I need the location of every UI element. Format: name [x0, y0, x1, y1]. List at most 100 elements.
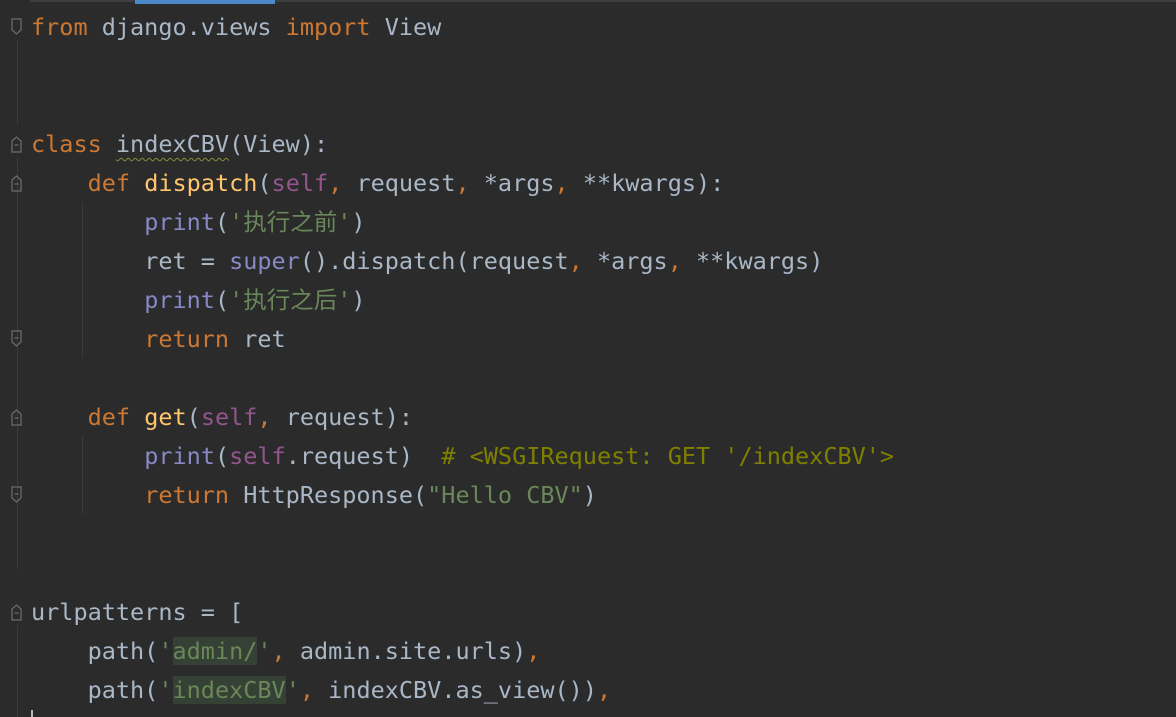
fold-marker-icon[interactable] — [10, 135, 23, 153]
code-text: admin.site.urls) — [285, 637, 527, 665]
string-literal: '执行之后' — [229, 286, 352, 314]
module-name: django.views — [87, 13, 286, 41]
comma: , — [554, 169, 569, 197]
code-text: request): — [271, 403, 414, 431]
code-area[interactable]: from django.views import View class inde… — [31, 8, 894, 710]
function-name: get — [144, 403, 187, 431]
string-quote: ' — [158, 637, 173, 665]
function-name: dispatch — [144, 169, 258, 197]
code-text: ) — [582, 481, 597, 509]
string-quote: ' — [285, 676, 300, 704]
fold-marker-icon[interactable] — [10, 408, 23, 426]
code-text: ( — [214, 286, 230, 314]
code-text: ) — [351, 286, 366, 314]
code-line-7: ret = super().dispatch(request, *args, *… — [31, 242, 894, 281]
code-text: ( — [214, 442, 230, 470]
builtin-super: super — [229, 247, 300, 275]
keyword: from — [31, 13, 88, 41]
code-text: ret = — [144, 247, 230, 275]
code-text: *args — [582, 247, 668, 275]
self-ref: self — [229, 442, 286, 470]
keyword: def — [87, 403, 131, 431]
comma: , — [257, 403, 272, 431]
code-line-8: print('执行之后') — [31, 281, 894, 320]
code-line-17: path('admin/', admin.site.urls), — [31, 632, 894, 671]
param: **kwargs): — [568, 169, 725, 197]
builtin-print: print — [144, 208, 215, 236]
code-line-18: path('indexCBV', indexCBV.as_view()), — [31, 671, 894, 710]
comma: , — [271, 637, 286, 665]
code-line-9: return ret — [31, 320, 894, 359]
code-text: ( — [214, 208, 230, 236]
param: *args — [469, 169, 555, 197]
gutter-separator — [17, 157, 18, 569]
code-text: **kwargs) — [681, 247, 824, 275]
fold-end-icon[interactable] — [10, 486, 23, 504]
comma: , — [568, 247, 583, 275]
string-quote: ' — [158, 676, 173, 704]
code-text: ().dispatch(request — [299, 247, 569, 275]
editor-gutter — [0, 0, 30, 717]
code-line-5: def dispatch(self, request, *args, **kwa… — [31, 164, 894, 203]
comma: , — [526, 637, 541, 665]
code-line-12: print(self.request) # <WSGIRequest: GET … — [31, 437, 894, 476]
self-param: self — [271, 169, 329, 197]
comma: , — [596, 676, 612, 704]
code-line-1: from django.views import View — [31, 8, 894, 47]
keyword: class — [31, 130, 102, 158]
string-literal-highlighted: indexCBV — [172, 676, 286, 704]
code-editor[interactable]: from django.views import View class inde… — [0, 0, 1176, 717]
fold-marker-icon[interactable] — [10, 603, 23, 621]
code-line-6: print('执行之前') — [31, 203, 894, 242]
code-line-4: class indexCBV(View): — [31, 125, 894, 164]
code-text: ) — [351, 208, 366, 236]
gutter-separator — [17, 40, 18, 125]
comma: , — [299, 676, 314, 704]
comma: , — [328, 169, 343, 197]
gutter-separator — [17, 625, 18, 717]
active-tab-indicator — [135, 0, 275, 4]
code-comment: # <WSGIRequest: GET '/indexCBV'> — [441, 442, 895, 470]
builtin-print: print — [144, 442, 215, 470]
fold-end-icon[interactable] — [10, 330, 23, 348]
string-literal: '执行之前' — [229, 208, 352, 236]
fold-end-icon[interactable] — [10, 18, 23, 36]
string-quote: ' — [257, 637, 272, 665]
code-text: ( — [186, 403, 201, 431]
code-text: HttpResponse( — [229, 481, 428, 509]
fold-marker-icon[interactable] — [10, 174, 23, 192]
code-text: .request) — [285, 442, 442, 470]
code-line-13: return HttpResponse("Hello CBV") — [31, 476, 894, 515]
code-text: path( — [87, 676, 159, 704]
comma: , — [667, 247, 682, 275]
self-param: self — [200, 403, 258, 431]
keyword: return — [144, 481, 230, 509]
code-line-11: def get(self, request): — [31, 398, 894, 437]
code-line-16: urlpatterns = [ — [31, 593, 894, 632]
code-text: ( — [257, 169, 272, 197]
code-text: ret — [229, 325, 286, 353]
code-text: path( — [87, 637, 159, 665]
param: request — [342, 169, 456, 197]
builtin-print: print — [144, 286, 215, 314]
keyword: def — [87, 169, 131, 197]
keyword: return — [144, 325, 230, 353]
code-text: urlpatterns = [ — [31, 598, 244, 626]
